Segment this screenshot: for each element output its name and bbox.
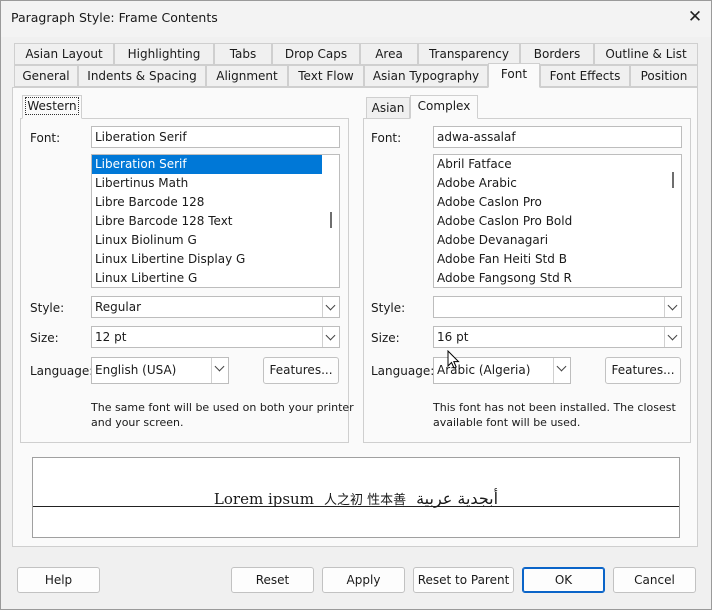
ok-button[interactable]: OK	[522, 567, 605, 593]
complex-font-input[interactable]: adwa-assalaf	[433, 126, 682, 148]
chevron-down-icon[interactable]	[211, 358, 228, 383]
western-language-value: English (USA)	[95, 363, 177, 377]
western-note-line-2: and your screen.	[91, 416, 184, 429]
preview-arabic: أبجدية عربية	[416, 489, 499, 508]
western-features-button[interactable]: Features...	[263, 357, 339, 384]
complex-font-list[interactable]: Abril Fatface Adobe Arabic Adobe Caslon …	[433, 154, 682, 288]
list-item[interactable]: Adobe Arabic	[434, 174, 681, 193]
complex-size-label: Size:	[371, 331, 400, 345]
reset-button[interactable]: Reset	[231, 567, 314, 593]
western-style-label: Style:	[30, 301, 65, 315]
list-item[interactable]: Adobe Caslon Pro	[434, 193, 681, 212]
list-item[interactable]: Adobe Caslon Pro Bold	[434, 212, 681, 231]
list-item[interactable]: Adobe Devanagari	[434, 231, 681, 250]
window-title: Paragraph Style: Frame Contents	[11, 10, 218, 25]
list-item[interactable]: Libre Barcode 128 Text	[92, 212, 339, 231]
western-font-list[interactable]: Liberation Serif Libertinus Math Libre B…	[91, 154, 340, 288]
western-size-label: Size:	[30, 331, 59, 345]
complex-features-button[interactable]: Features...	[605, 357, 681, 384]
list-item[interactable]: Libre Barcode 128	[92, 193, 339, 212]
chevron-down-icon[interactable]	[322, 297, 339, 317]
list-item[interactable]: Liberation Serif	[92, 155, 322, 174]
apply-button[interactable]: Apply	[322, 567, 405, 593]
tab-borders[interactable]: Borders	[520, 43, 594, 65]
complex-language-label: Language:	[371, 364, 435, 378]
tab-asian-layout[interactable]: Asian Layout	[14, 43, 114, 65]
preview-cjk: 人之初 性本善	[323, 493, 407, 508]
complex-note-line-1: This font has not been installed. The cl…	[433, 401, 676, 414]
tab-area[interactable]: Area	[360, 43, 418, 65]
western-size-value: 12 pt	[95, 330, 127, 344]
western-font-input[interactable]: Liberation Serif	[91, 126, 340, 148]
tab-font[interactable]: Font	[488, 63, 540, 88]
cancel-button[interactable]: Cancel	[613, 567, 696, 593]
list-item[interactable]: Linux Biolinum G	[92, 231, 339, 250]
preview-latin: Lorem ipsum	[213, 490, 314, 508]
tab-complex[interactable]: Complex	[410, 95, 478, 119]
list-item[interactable]: Libertinus Math	[92, 174, 339, 193]
western-size-combo[interactable]: 12 pt	[91, 326, 340, 348]
tab-text-flow[interactable]: Text Flow	[288, 65, 364, 87]
complex-size-combo[interactable]: 16 pt	[433, 326, 682, 348]
complex-font-label: Font:	[371, 131, 402, 145]
western-style-combo[interactable]: Regular	[91, 296, 340, 318]
tab-indents-spacing[interactable]: Indents & Spacing	[78, 65, 206, 87]
chevron-down-icon[interactable]	[322, 327, 339, 347]
chevron-down-icon[interactable]	[553, 358, 570, 383]
western-font-label: Font:	[30, 131, 61, 145]
tab-transparency[interactable]: Transparency	[418, 43, 520, 65]
tab-font-effects[interactable]: Font Effects	[540, 65, 630, 87]
western-language-label: Language:	[30, 364, 94, 378]
western-note-line-1: The same font will be used on both your …	[91, 401, 354, 414]
complex-size-value: 16 pt	[437, 330, 469, 344]
tab-general[interactable]: General	[14, 65, 78, 87]
list-item[interactable]: Linux Libertine G	[92, 269, 339, 287]
complex-list-scrollbar[interactable]	[672, 172, 674, 188]
tab-position[interactable]: Position	[630, 65, 698, 87]
tab-tabs[interactable]: Tabs	[214, 43, 272, 65]
tab-outline-list[interactable]: Outline & List	[594, 43, 698, 65]
chevron-down-icon[interactable]	[664, 297, 681, 317]
chevron-down-icon[interactable]	[664, 327, 681, 347]
list-item[interactable]: Adobe Fangsong Std R	[434, 269, 681, 287]
preview-text: Lorem ipsum 人之初 性本善 أبجدية عربية	[33, 489, 679, 508]
western-style-value: Regular	[95, 300, 142, 314]
help-button[interactable]: Help	[17, 567, 100, 593]
tab-highlighting[interactable]: Highlighting	[114, 43, 214, 65]
list-item[interactable]: Linux Libertine Display G	[92, 250, 339, 269]
western-list-scrollbar[interactable]	[330, 212, 332, 228]
complex-note-line-2: available font will be used.	[433, 416, 581, 429]
list-item[interactable]: Abril Fatface	[434, 155, 681, 174]
list-item[interactable]: Adobe Fan Heiti Std B	[434, 250, 681, 269]
complex-style-label: Style:	[371, 301, 406, 315]
western-language-combo[interactable]: English (USA)	[91, 357, 229, 384]
close-icon[interactable]: ✕	[684, 6, 706, 28]
complex-style-combo[interactable]	[433, 296, 682, 318]
tab-western[interactable]: Western	[22, 95, 82, 119]
tab-drop-caps[interactable]: Drop Caps	[272, 43, 360, 65]
mouse-cursor-icon	[447, 350, 460, 369]
tab-asian-typography[interactable]: Asian Typography	[364, 65, 488, 87]
tab-alignment[interactable]: Alignment	[206, 65, 288, 87]
tab-asian[interactable]: Asian	[366, 97, 410, 119]
font-preview: Lorem ipsum 人之初 性本善 أبجدية عربية	[32, 457, 680, 538]
reset-to-parent-button[interactable]: Reset to Parent	[413, 567, 514, 593]
